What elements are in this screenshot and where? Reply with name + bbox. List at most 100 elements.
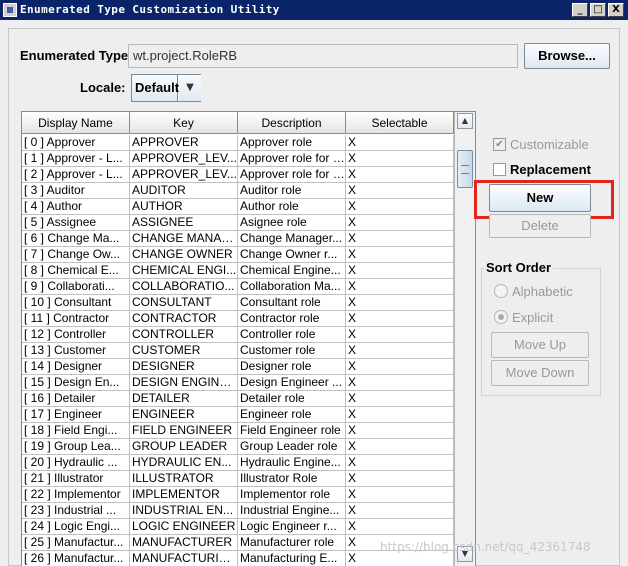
cell-key: CHANGE MANAG... — [130, 231, 238, 247]
cell-display-name: [ 14 ] Designer — [22, 359, 130, 375]
cell-selectable: X — [346, 487, 454, 503]
table-row[interactable]: [ 24 ] Logic Engi... LOGIC ENGINEER Logic … — [22, 519, 454, 535]
delete-button[interactable]: Delete — [489, 214, 591, 238]
maximize-button[interactable]: □ — [590, 3, 606, 17]
scroll-up-icon[interactable]: ▲ — [457, 113, 473, 129]
cell-description: Design Engineer ... — [238, 375, 346, 391]
table-row[interactable]: [ 1 ] Approver - L... APPROVER_LEV... Appr… — [22, 151, 454, 167]
locale-combo[interactable]: Default ▼ — [131, 74, 201, 102]
move-up-button[interactable]: Move Up — [491, 332, 589, 358]
table-scrollbar[interactable]: ▲ ▼ — [454, 112, 475, 566]
cell-key: AUTHOR — [130, 199, 238, 215]
cell-display-name: [ 17 ] Engineer — [22, 407, 130, 423]
cell-key: ASSIGNEE — [130, 215, 238, 231]
cell-display-name: [ 3 ] Auditor — [22, 183, 130, 199]
cell-description: Designer role — [238, 359, 346, 375]
table-row[interactable]: [ 0 ] Approver APPROVER Approver role X — [22, 135, 454, 151]
cell-description: Chemical Engine... — [238, 263, 346, 279]
cell-description: Engineer role — [238, 407, 346, 423]
replacement-label: Replacement — [510, 162, 591, 177]
browse-button[interactable]: Browse... — [524, 43, 610, 69]
table-row[interactable]: [ 7 ] Change Ow... CHANGE OWNER Change Own… — [22, 247, 454, 263]
cell-key: APPROVER_LEV... — [130, 167, 238, 183]
explicit-label: Explicit — [512, 310, 554, 325]
cell-display-name: [ 19 ] Group Lea... — [22, 439, 130, 455]
cell-selectable: X — [346, 423, 454, 439]
table-row[interactable]: [ 23 ] Industrial ... INDUSTRIAL EN... Ind… — [22, 503, 454, 519]
table-row[interactable]: [ 22 ] Implementor IMPLEMENTOR Implementor… — [22, 487, 454, 503]
table-row[interactable]: [ 15 ] Design En... DESIGN ENGINE... Desig… — [22, 375, 454, 391]
cell-description: Change Manager... — [238, 231, 346, 247]
locale-label: Locale: — [80, 80, 126, 95]
table-row[interactable]: [ 9 ] Collaborati... COLLABORATIO... Colla… — [22, 279, 454, 295]
cell-key: CHEMICAL ENGI... — [130, 263, 238, 279]
chevron-down-icon[interactable]: ▼ — [179, 75, 201, 101]
column-header-display-name[interactable]: Display Name — [22, 112, 130, 134]
cell-description: Approver role for l... — [238, 167, 346, 183]
move-down-button[interactable]: Move Down — [491, 360, 589, 386]
cell-display-name: [ 4 ] Author — [22, 199, 130, 215]
table-row[interactable]: [ 17 ] Engineer ENGINEER Engineer role X — [22, 407, 454, 423]
customizable-label: Customizable — [510, 137, 589, 152]
column-header-description[interactable]: Description — [238, 112, 346, 134]
cell-description: Detailer role — [238, 391, 346, 407]
cell-description: Author role — [238, 199, 346, 215]
cell-key: MANUFACTURIN... — [132, 551, 238, 566]
table-row[interactable]: [ 8 ] Chemical E... CHEMICAL ENGI... Chemi… — [22, 263, 454, 279]
minimize-button[interactable]: _ — [572, 3, 588, 17]
cell-display-name: [ 12 ] Controller — [22, 327, 130, 343]
cell-key: ILLUSTRATOR — [130, 471, 238, 487]
cell-display-name: [ 15 ] Design En... — [22, 375, 130, 391]
cell-selectable: X — [346, 471, 454, 487]
cell-description: Approver role — [238, 135, 346, 151]
scroll-thumb[interactable] — [457, 150, 473, 188]
cell-display-name: [ 2 ] Approver - L... — [22, 167, 130, 183]
cell-key: CONTROLLER — [130, 327, 238, 343]
column-header-key[interactable]: Key — [130, 112, 238, 134]
table-row[interactable]: [ 12 ] Controller CONTROLLER Controller ro… — [22, 327, 454, 343]
table-row[interactable]: [ 6 ] Change Ma... CHANGE MANAG... Change … — [22, 231, 454, 247]
table-row[interactable]: [ 4 ] Author AUTHOR Author role X — [22, 199, 454, 215]
cell-key: CHANGE OWNER — [130, 247, 238, 263]
cell-key: ENGINEER — [130, 407, 238, 423]
cell-selectable: X — [346, 359, 454, 375]
cell-display-name: [ 8 ] Chemical E... — [22, 263, 130, 279]
cell-display-name: [ 9 ] Collaborati... — [22, 279, 130, 295]
window-title: Enumerated Type Customization Utility — [20, 3, 280, 16]
table-row[interactable]: [ 2 ] Approver - L... APPROVER_LEV... Appr… — [22, 167, 454, 183]
cell-display-name: [ 20 ] Hydraulic ... — [22, 455, 130, 471]
table-row[interactable]: [ 3 ] Auditor AUDITOR Auditor role X — [22, 183, 454, 199]
table-row[interactable]: [ 10 ] Consultant CONSULTANT Consultant ro… — [22, 295, 454, 311]
table-row[interactable]: [ 16 ] Detailer DETAILER Detailer role X — [22, 391, 454, 407]
cell-selectable: X — [346, 151, 454, 167]
table-row[interactable]: [ 11 ] Contractor CONTRACTOR Contractor ro… — [22, 311, 454, 327]
enumerated-type-field[interactable]: wt.project.RoleRB — [128, 44, 518, 68]
cell-display-name: [ 23 ] Industrial ... — [22, 503, 130, 519]
cell-key: CUSTOMER — [130, 343, 238, 359]
table-row[interactable]: [ 19 ] Group Lea... GROUP LEADER Group Lea… — [22, 439, 454, 455]
cell-selectable: X — [346, 167, 454, 183]
cell-key: APPROVER — [130, 135, 238, 151]
cell-selectable: X — [346, 439, 454, 455]
table-row[interactable]: [ 18 ] Field Engi... FIELD ENGINEER Field … — [22, 423, 454, 439]
cell-key: DESIGN ENGINE... — [130, 375, 238, 391]
enum-table: Display Name Key Description Selectable … — [21, 111, 476, 566]
table-row[interactable]: [ 5 ] Assignee ASSIGNEE Asignee role X — [22, 215, 454, 231]
cell-key: AUDITOR — [130, 183, 238, 199]
cell-selectable: X — [346, 311, 454, 327]
cell-description: Logic Engineer r... — [238, 519, 346, 535]
cell-description: Industrial Engine... — [238, 503, 346, 519]
cell-description: Group Leader role — [238, 439, 346, 455]
cell-selectable: X — [346, 391, 454, 407]
cell-display-name: [ 13 ] Customer — [22, 343, 130, 359]
cell-selectable: X — [346, 247, 454, 263]
column-header-selectable[interactable]: Selectable — [346, 112, 454, 134]
table-row[interactable]: [ 20 ] Hydraulic ... HYDRAULIC EN... Hydra… — [22, 455, 454, 471]
cell-selectable: X — [346, 295, 454, 311]
table-row[interactable]: [ 14 ] Designer DESIGNER Designer role X — [22, 359, 454, 375]
table-row[interactable]: [ 13 ] Customer CUSTOMER Customer role X — [22, 343, 454, 359]
table-row[interactable]: [ 21 ] Illustrator ILLUSTRATOR Illustrator… — [22, 471, 454, 487]
cell-key: LOGIC ENGINEER — [130, 519, 238, 535]
close-button[interactable]: X — [608, 3, 624, 17]
cell-description: Manufacturing E... — [238, 551, 346, 566]
